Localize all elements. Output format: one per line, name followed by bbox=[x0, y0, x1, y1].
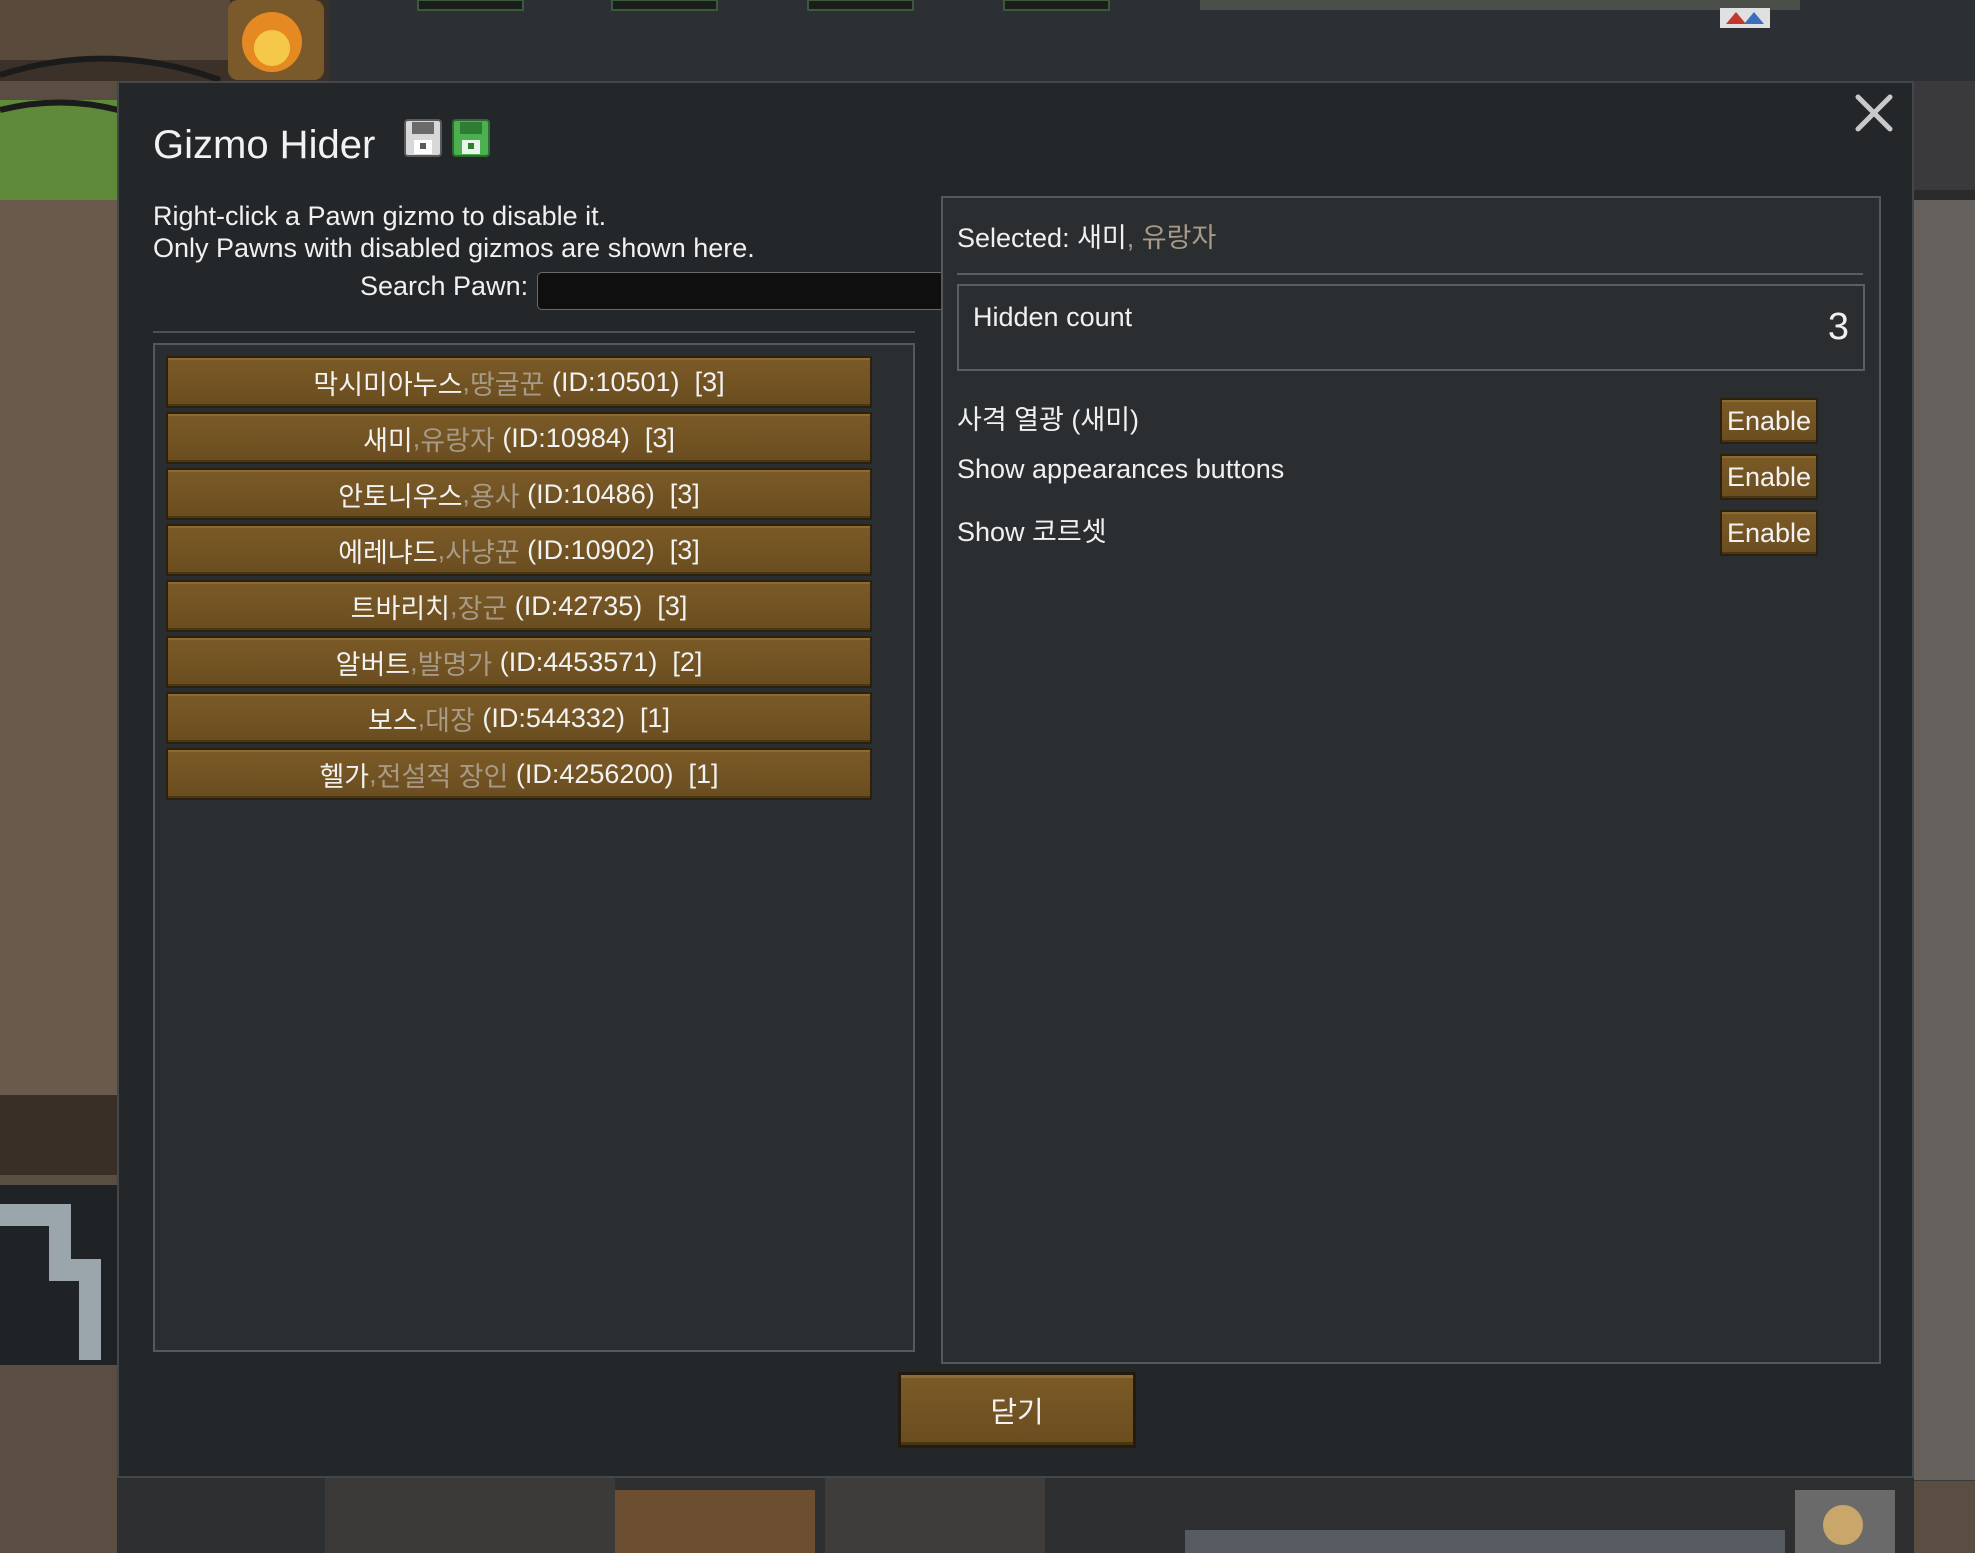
pawn-hidden-count: [3] bbox=[644, 422, 675, 453]
pawn-id: (ID:10501) bbox=[551, 366, 680, 397]
load-icon[interactable] bbox=[451, 118, 491, 158]
pawn-button[interactable]: 막시미아누스, 땅굴꾼 (ID:10501) [3] bbox=[166, 356, 872, 408]
gizmo-label: Show 코르셋 bbox=[957, 517, 1107, 547]
instruction-line: Only Pawns with disabled gizmos are show… bbox=[153, 233, 755, 263]
pawn-hidden-count: [3] bbox=[669, 478, 700, 509]
selected-pawn-label: Selected: 새미, 유랑자 bbox=[957, 216, 1216, 255]
dialog-title: Gizmo Hider bbox=[153, 123, 376, 167]
pawn-separator: , bbox=[437, 534, 446, 565]
divider bbox=[153, 331, 915, 333]
pawn-button[interactable]: 헬가, 전설적 장인 (ID:4256200) [1] bbox=[166, 748, 872, 800]
gizmo-hider-dialog: Gizmo Hider Right-click a Pawn gizmo to … bbox=[117, 81, 1914, 1478]
enable-gizmo-button[interactable]: Enable bbox=[1720, 398, 1818, 444]
pawn-title: 장군 bbox=[457, 593, 508, 624]
pawn-title: 유랑자 bbox=[420, 425, 495, 456]
pawn-hidden-count: [3] bbox=[669, 534, 700, 565]
pawn-title: 발명가 bbox=[417, 649, 493, 680]
pawn-title: 땅굴꾼 bbox=[469, 369, 545, 400]
pawn-list: 막시미아누스, 땅굴꾼 (ID:10501) [3] 새미, 유랑자 (ID:1… bbox=[153, 343, 915, 1352]
divider bbox=[957, 273, 1863, 275]
pawn-separator: , bbox=[450, 590, 458, 621]
pawn-button[interactable]: 보스, 대장 (ID:544332) [1] bbox=[166, 692, 872, 744]
close-icon[interactable] bbox=[1850, 89, 1898, 137]
pawn-id: (ID:4256200) bbox=[515, 758, 674, 789]
pawn-separator: , bbox=[417, 702, 426, 733]
pawn-name: 에레냐드 bbox=[338, 537, 438, 568]
selected-pawn-name: 새미 bbox=[1077, 223, 1127, 253]
pawn-hidden-count: [3] bbox=[694, 366, 725, 397]
selected-separator: , bbox=[1126, 223, 1142, 253]
instruction-line: Right-click a Pawn gizmo to disable it. bbox=[153, 201, 607, 231]
pawn-separator: , bbox=[462, 366, 470, 397]
pawn-title: 용사 bbox=[469, 481, 520, 512]
pawn-hidden-count: [1] bbox=[688, 758, 719, 789]
pawn-button[interactable]: 트바리치, 장군 (ID:42735) [3] bbox=[166, 580, 872, 632]
pawn-separator: , bbox=[410, 646, 418, 677]
save-icon[interactable] bbox=[403, 118, 443, 158]
pawn-title: 전설적 장인 bbox=[376, 761, 509, 792]
pawn-name: 트바리치 bbox=[350, 593, 451, 624]
pawn-button[interactable]: 알버트, 발명가 (ID:4453571) [2] bbox=[166, 636, 872, 688]
gizmo-label: 사격 열광 (새미) bbox=[957, 405, 1140, 435]
pawn-id: (ID:544332) bbox=[482, 702, 625, 733]
pawn-name: 헬가 bbox=[319, 761, 370, 792]
pawn-id: (ID:4453571) bbox=[499, 646, 658, 677]
hidden-count-label: Hidden count bbox=[973, 302, 1133, 332]
close-button[interactable]: 닫기 bbox=[898, 1372, 1136, 1448]
pawn-title: 대장 bbox=[425, 705, 475, 736]
pawn-separator: , bbox=[369, 758, 377, 789]
pawn-hidden-count: [2] bbox=[672, 646, 703, 677]
pawn-id: (ID:42735) bbox=[514, 590, 643, 621]
pawn-id: (ID:10902) bbox=[527, 534, 655, 565]
pawn-title: 사냥꾼 bbox=[445, 537, 520, 568]
pawn-name: 안토니우스 bbox=[338, 481, 463, 512]
pawn-id: (ID:10984) bbox=[502, 422, 630, 453]
selected-prefix: Selected: bbox=[957, 223, 1078, 253]
pawn-separator: , bbox=[412, 422, 421, 453]
search-label: Search Pawn: bbox=[360, 271, 529, 301]
selected-pawn-panel: Selected: 새미, 유랑자 Hidden count 3 사격 열광 (… bbox=[941, 196, 1881, 1364]
gizmo-label: Show appearances buttons bbox=[957, 454, 1285, 484]
pawn-name: 알버트 bbox=[335, 649, 411, 680]
pawn-separator: , bbox=[462, 478, 470, 509]
enable-gizmo-button[interactable]: Enable bbox=[1720, 510, 1818, 556]
pawn-hidden-count: [3] bbox=[657, 590, 688, 621]
pawn-name: 보스 bbox=[367, 705, 418, 736]
hidden-count-value: 3 bbox=[1827, 306, 1849, 348]
pawn-button[interactable]: 안토니우스, 용사 (ID:10486) [3] bbox=[166, 468, 872, 520]
selected-pawn-title: 유랑자 bbox=[1141, 223, 1217, 253]
pawn-button[interactable]: 새미, 유랑자 (ID:10984) [3] bbox=[166, 412, 872, 464]
pawn-id: (ID:10486) bbox=[527, 478, 655, 509]
hidden-count-box: Hidden count 3 bbox=[957, 284, 1865, 371]
pawn-button[interactable]: 에레냐드, 사냥꾼 (ID:10902) [3] bbox=[166, 524, 872, 576]
pawn-hidden-count: [1] bbox=[639, 702, 671, 733]
enable-gizmo-button[interactable]: Enable bbox=[1720, 454, 1818, 500]
pawn-name: 새미 bbox=[363, 425, 413, 456]
pawn-name: 막시미아누스 bbox=[313, 369, 463, 400]
